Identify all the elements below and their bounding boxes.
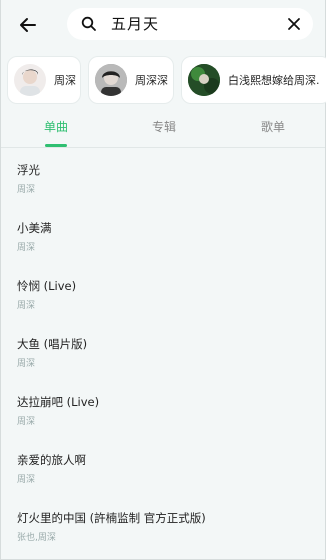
tab-playlists[interactable]: 歌单 (243, 118, 303, 135)
song-artist: 周深 (17, 359, 36, 369)
artist-chip[interactable]: 周深 (7, 56, 81, 104)
song-artist: 周深 (17, 301, 36, 311)
song-row[interactable]: 怜悯 (Live) 周深 (1, 266, 325, 322)
search-input-value[interactable]: 五月天 (111, 13, 159, 34)
song-title: 浮光 (17, 163, 40, 177)
song-row[interactable]: 大鱼 (唱片版) 周深 (1, 324, 325, 380)
tab-albums[interactable]: 专辑 (134, 118, 194, 135)
search-bar-row: 五月天 (1, 8, 325, 44)
artist-chip[interactable]: 白浅熙想嫁给周深. (181, 56, 326, 104)
tab-singles[interactable]: 单曲 (26, 118, 86, 135)
search-field[interactable]: 五月天 (67, 8, 313, 40)
active-tab-indicator (45, 144, 67, 147)
song-title: 灯火里的中国 (許楠监制 官方正式版) (17, 511, 206, 525)
artist-results-row: 周深 周深深 白浅熙想嫁给周深. (1, 56, 326, 106)
artist-chip[interactable]: 周深深 (88, 56, 174, 104)
song-row[interactable]: 亲爱的旅人啊 周深 (1, 440, 325, 496)
artist-name: 白浅熙想嫁给周深. (228, 74, 320, 87)
song-title: 怜悯 (Live) (17, 279, 77, 293)
song-artist: 周深 (17, 475, 36, 485)
artist-name: 周深 (54, 74, 76, 87)
artist-name: 周深深 (135, 74, 168, 87)
song-title: 达拉崩吧 (Live) (17, 395, 100, 409)
app-screen: 五月天 周深 周深深 白浅熙想嫁给周深. 单曲 专辑 歌单 浮光 周深 小美满 … (0, 0, 326, 560)
avatar (95, 64, 127, 96)
song-title: 亲爱的旅人啊 (17, 453, 86, 467)
result-tabs: 单曲 专辑 歌单 (1, 110, 325, 148)
search-icon (81, 16, 96, 31)
song-artist: 周深 (17, 243, 36, 253)
avatar (14, 64, 46, 96)
back-arrow-icon[interactable] (15, 12, 41, 38)
avatar (188, 64, 220, 96)
song-title: 小美满 (17, 221, 52, 235)
song-artist: 张也,周深 (17, 533, 56, 543)
song-row[interactable]: 小美满 周深 (1, 208, 325, 264)
song-row[interactable]: 浮光 周深 (1, 150, 325, 206)
song-artist: 周深 (17, 185, 36, 195)
song-row[interactable]: 灯火里的中国 (許楠监制 官方正式版) 张也,周深 (1, 498, 325, 554)
clear-icon[interactable] (287, 17, 301, 31)
song-title: 大鱼 (唱片版) (17, 337, 88, 351)
song-artist: 周深 (17, 417, 36, 427)
song-row[interactable]: 达拉崩吧 (Live) 周深 (1, 382, 325, 438)
